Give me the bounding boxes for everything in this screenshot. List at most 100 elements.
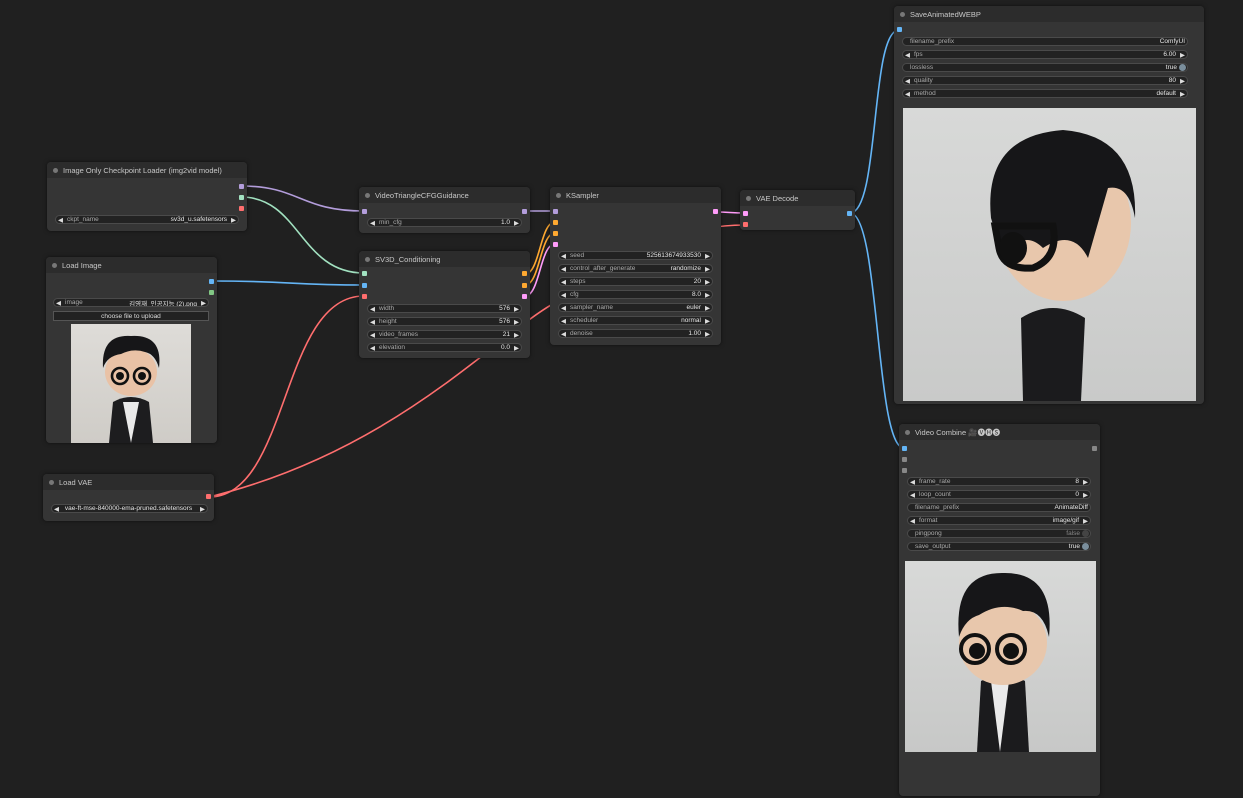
arrow-right-icon[interactable]: ▶ [229,216,238,224]
node-load-image[interactable]: Load Image ◀ image 김영재_인공지능 (2).png ▶ choos… [46,257,217,443]
output-clip-vision-socket[interactable] [239,195,244,200]
output-positive-socket[interactable] [522,271,527,276]
arrow-right-icon[interactable]: ▶ [1178,90,1187,98]
node-title[interactable]: Load Image [46,257,217,273]
frame-rate-widget[interactable]: ◀ frame_rate 8 ▶ [907,477,1091,486]
input-batch-manager-socket[interactable] [902,468,907,473]
arrow-left-icon[interactable]: ◀ [908,478,917,486]
input-audio-socket[interactable] [902,457,907,462]
arrow-left-icon[interactable]: ◀ [54,299,63,307]
node-title[interactable]: SaveAnimatedWEBP [894,6,1204,22]
node-ksampler[interactable]: KSampler ◀ seed 525613674933530 ▶ ◀ control_… [550,187,721,345]
collapse-dot-icon[interactable] [52,262,57,268]
arrow-left-icon[interactable]: ◀ [559,265,568,273]
fps-widget[interactable]: ◀ fps 6.00 ▶ [902,50,1188,59]
arrow-right-icon[interactable]: ▶ [1081,517,1090,525]
output-image-socket[interactable] [847,211,852,216]
arrow-left-icon[interactable]: ◀ [559,252,568,260]
collapse-dot-icon[interactable] [49,479,54,485]
collapse-dot-icon[interactable] [365,256,370,262]
arrow-right-icon[interactable]: ▶ [703,291,712,299]
arrow-left-icon[interactable]: ◀ [368,344,377,352]
seed-widget[interactable]: ◀ seed 525613674933530 ▶ [558,251,713,260]
filename-prefix-widget[interactable]: filename_prefix ComfyUI [902,37,1188,46]
pingpong-toggle[interactable]: pingpong false [907,529,1091,538]
arrow-left-icon[interactable]: ◀ [56,216,65,224]
video-frames-widget[interactable]: ◀ video_frames 21 ▶ [367,330,522,339]
elevation-widget[interactable]: ◀ elevation 0.0 ▶ [367,343,522,352]
node-save-animated-webp[interactable]: SaveAnimatedWEBP filename_prefix ComfyUI … [894,6,1204,404]
width-widget[interactable]: ◀ width 576 ▶ [367,304,522,313]
arrow-right-icon[interactable]: ▶ [703,278,712,286]
arrow-left-icon[interactable]: ◀ [903,90,912,98]
input-clip-vision-socket[interactable] [362,271,367,276]
collapse-dot-icon[interactable] [746,195,751,201]
scheduler-widget[interactable]: ◀ scheduler normal ▶ [558,316,713,325]
collapse-dot-icon[interactable] [905,429,910,435]
input-model-socket[interactable] [362,209,367,214]
sampler-name-widget[interactable]: ◀ sampler_name euler ▶ [558,303,713,312]
arrow-right-icon[interactable]: ▶ [512,344,521,352]
arrow-left-icon[interactable]: ◀ [559,317,568,325]
arrow-right-icon[interactable]: ▶ [1081,491,1090,499]
arrow-left-icon[interactable]: ◀ [559,278,568,286]
min-cfg-widget[interactable]: ◀ min_cfg 1.0 ▶ [367,218,522,227]
format-widget[interactable]: ◀ format image/gif ▶ [907,516,1091,525]
arrow-right-icon[interactable]: ▶ [703,304,712,312]
collapse-dot-icon[interactable] [365,192,370,198]
input-images-socket[interactable] [902,446,907,451]
collapse-dot-icon[interactable] [556,192,561,198]
arrow-right-icon[interactable]: ▶ [1081,478,1090,486]
node-title[interactable]: Load VAE [43,474,214,490]
arrow-left-icon[interactable]: ◀ [559,330,568,338]
arrow-left-icon[interactable]: ◀ [903,77,912,85]
method-widget[interactable]: ◀ method default ▶ [902,89,1188,98]
arrow-left-icon[interactable]: ◀ [368,305,377,313]
arrow-left-icon[interactable]: ◀ [908,491,917,499]
toggle-off-icon[interactable] [1082,530,1089,537]
arrow-right-icon[interactable]: ▶ [512,219,521,227]
filename-prefix-widget[interactable]: filename_prefix AnimateDiff [907,503,1091,512]
arrow-left-icon[interactable]: ◀ [368,331,377,339]
save-output-toggle[interactable]: save_output true [907,542,1091,551]
node-title[interactable]: Video Combine 🎥🅥🅗🅢 [899,424,1100,440]
arrow-right-icon[interactable]: ▶ [512,305,521,313]
arrow-right-icon[interactable]: ▶ [703,265,712,273]
collapse-dot-icon[interactable] [53,167,58,173]
arrow-right-icon[interactable]: ▶ [703,317,712,325]
output-image-socket[interactable] [209,279,214,284]
vae-name-widget[interactable]: ◀ vae-ft-mse-840000-ema-pruned.safetensor… [51,504,208,513]
output-latent-socket[interactable] [713,209,718,214]
upload-button[interactable]: choose file to upload [53,311,209,321]
output-model-socket[interactable] [239,184,244,189]
arrow-right-icon[interactable]: ▶ [1178,51,1187,59]
control-after-generate-widget[interactable]: ◀ control_after_generate randomize ▶ [558,264,713,273]
height-widget[interactable]: ◀ height 576 ▶ [367,317,522,326]
node-title[interactable]: Image Only Checkpoint Loader (img2vid mo… [47,162,247,178]
quality-widget[interactable]: ◀ quality 80 ▶ [902,76,1188,85]
node-title[interactable]: SV3D_Conditioning [359,251,530,267]
arrow-right-icon[interactable]: ▶ [512,331,521,339]
loop-count-widget[interactable]: ◀ loop_count 0 ▶ [907,490,1091,499]
input-vae-socket[interactable] [362,294,367,299]
toggle-on-icon[interactable] [1082,543,1089,550]
image-select-widget[interactable]: ◀ image 김영재_인공지능 (2).png ▶ [53,298,209,307]
output-mask-socket[interactable] [209,290,214,295]
node-checkpoint-loader[interactable]: Image Only Checkpoint Loader (img2vid mo… [47,162,247,231]
collapse-dot-icon[interactable] [900,11,905,17]
node-title[interactable]: KSampler [550,187,721,203]
input-negative-socket[interactable] [553,231,558,236]
arrow-right-icon[interactable]: ▶ [703,330,712,338]
input-vae-socket[interactable] [743,222,748,227]
input-samples-socket[interactable] [743,211,748,216]
arrow-right-icon[interactable]: ▶ [703,252,712,260]
node-vae-decode[interactable]: VAE Decode [740,190,855,230]
arrow-right-icon[interactable]: ▶ [199,299,208,307]
arrow-left-icon[interactable]: ◀ [368,219,377,227]
output-negative-socket[interactable] [522,283,527,288]
input-positive-socket[interactable] [553,220,558,225]
ckpt-name-widget[interactable]: ◀ ckpt_name sv3d_u.safetensors ▶ [55,215,239,224]
node-title[interactable]: VAE Decode [740,190,855,206]
input-images-socket[interactable] [897,27,902,32]
output-filenames-socket[interactable] [1092,446,1097,451]
